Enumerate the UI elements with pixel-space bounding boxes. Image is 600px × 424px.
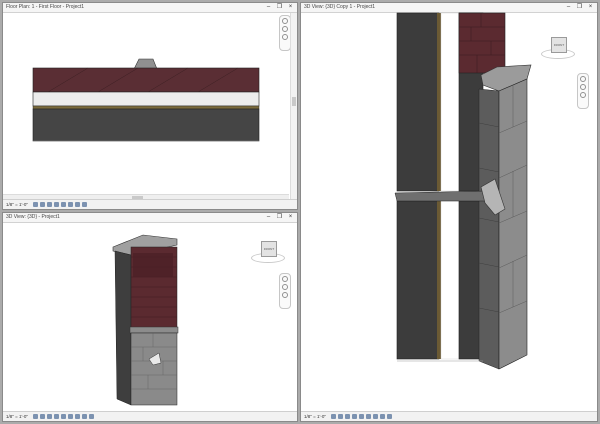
view-3d-copy-pane[interactable]: 3D View: {3D} Copy 1 - Project1 – ❐ × FR…: [300, 2, 598, 422]
viewcube-face[interactable]: FRONT: [551, 37, 567, 53]
vent-pipe: [394, 190, 490, 202]
navigation-bar[interactable]: [279, 273, 291, 309]
temp-hide-icon[interactable]: [75, 202, 80, 207]
show-crop-icon[interactable]: [68, 414, 73, 419]
wall-cap-profile: [133, 58, 158, 70]
show-crop-icon[interactable]: [68, 202, 73, 207]
temp-hide-icon[interactable]: [75, 414, 80, 419]
wall-air-gap: [32, 91, 260, 107]
wall-brick-layer: [32, 67, 260, 93]
zoom-icon[interactable]: [282, 26, 288, 32]
pan-icon[interactable]: [580, 92, 586, 98]
view-control-bar[interactable]: 1/8" = 1'-0": [301, 411, 597, 421]
pier-vents: [133, 253, 173, 277]
temp-hide-icon[interactable]: [373, 414, 378, 419]
navigation-bar[interactable]: [577, 73, 589, 109]
detail-level-icon[interactable]: [331, 414, 336, 419]
vertical-scrollbar[interactable]: [290, 13, 297, 200]
floor-plan-pane[interactable]: Floor Plan: 1 - First Floor - Project1 –…: [2, 2, 298, 210]
visual-style-icon[interactable]: [40, 414, 45, 419]
lock-view-icon[interactable]: [89, 414, 94, 419]
pier-stone-face: [130, 332, 178, 406]
lock-view-icon[interactable]: [387, 414, 392, 419]
detail-level-icon[interactable]: [33, 202, 38, 207]
back-wall-upper: [396, 12, 440, 192]
reveal-hidden-icon[interactable]: [82, 414, 87, 419]
wall-stud-layer: [32, 108, 260, 142]
viewcube-icon[interactable]: FRONT: [251, 241, 285, 263]
pan-icon[interactable]: [282, 34, 288, 40]
navigation-wheel-icon[interactable]: [282, 18, 288, 24]
crop-view-icon[interactable]: [359, 414, 364, 419]
view-control-bar[interactable]: 1/8" = 1'-0": [3, 411, 297, 421]
view-scale[interactable]: 1/8" = 1'-0": [6, 412, 28, 421]
view-3d-pane[interactable]: 3D View: {3D} - Project1 – ❐ × FRONT 1/8…: [2, 212, 298, 422]
reveal-hidden-icon[interactable]: [380, 414, 385, 419]
navigation-wheel-icon[interactable]: [580, 76, 586, 82]
shadows-icon[interactable]: [54, 414, 59, 419]
pier-side-face: [114, 250, 132, 406]
sun-path-icon[interactable]: [47, 202, 52, 207]
show-crop-icon[interactable]: [366, 414, 371, 419]
view-3d-drawing[interactable]: [3, 213, 298, 422]
shadows-icon[interactable]: [54, 202, 59, 207]
zoom-icon[interactable]: [580, 84, 586, 90]
sheathing-lower: [437, 201, 441, 359]
sheathing-upper: [437, 13, 441, 191]
visual-style-icon[interactable]: [338, 414, 343, 419]
view-control-bar[interactable]: 1/8" = 1'-0": [3, 199, 297, 209]
shadows-icon[interactable]: [352, 414, 357, 419]
wall-sheathing: [32, 105, 260, 110]
stone-side-face: [478, 88, 500, 370]
brick-section: [458, 12, 506, 74]
crop-view-icon[interactable]: [61, 202, 66, 207]
cavity-upper: [440, 12, 460, 192]
view-3d-copy-drawing[interactable]: [301, 3, 598, 422]
floor-plan-drawing[interactable]: [3, 3, 298, 210]
view-scale[interactable]: 1/8" = 1'-0": [6, 200, 28, 209]
sun-path-icon[interactable]: [47, 414, 52, 419]
pier-belt-course: [129, 326, 179, 334]
reveal-hidden-icon[interactable]: [82, 202, 87, 207]
navigation-wheel-icon[interactable]: [282, 276, 288, 282]
zoom-icon[interactable]: [282, 284, 288, 290]
pan-icon[interactable]: [282, 292, 288, 298]
back-wall-lower: [396, 200, 440, 360]
viewcube-icon[interactable]: FRONT: [541, 37, 575, 59]
sun-path-icon[interactable]: [345, 414, 350, 419]
crop-view-icon[interactable]: [61, 414, 66, 419]
view-scale[interactable]: 1/8" = 1'-0": [304, 412, 326, 421]
viewcube-face[interactable]: FRONT: [261, 241, 277, 257]
cavity-lower: [440, 200, 460, 360]
visual-style-icon[interactable]: [40, 202, 45, 207]
detail-level-icon[interactable]: [33, 414, 38, 419]
